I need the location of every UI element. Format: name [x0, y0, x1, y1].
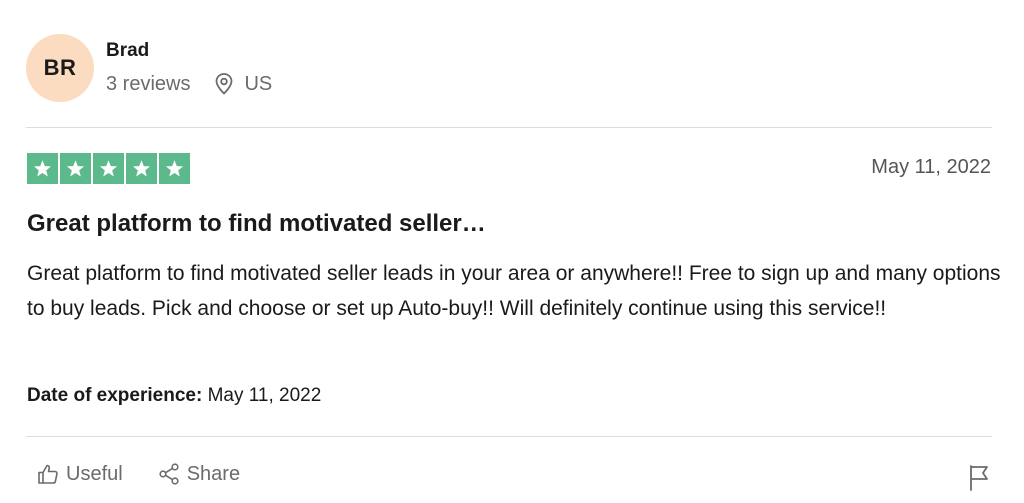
- share-icon: [159, 463, 179, 485]
- date-of-experience: Date of experience: May 11, 2022: [27, 385, 321, 407]
- star-rating: [27, 153, 190, 184]
- review-date: May 11, 2022: [871, 156, 991, 178]
- review-body: Great platform to find motivated seller …: [27, 262, 1001, 320]
- star-icon: [159, 153, 190, 184]
- useful-label: Useful: [66, 462, 123, 485]
- reviewer-name[interactable]: Brad: [106, 40, 149, 62]
- experience-label: Date of experience:: [27, 385, 203, 406]
- footer-divider: [26, 436, 992, 437]
- flag-icon[interactable]: [967, 463, 991, 491]
- header-divider: [26, 127, 992, 128]
- share-label: Share: [186, 462, 241, 485]
- reviewer-location: US: [244, 72, 273, 95]
- share-button[interactable]: Share: [157, 462, 240, 486]
- useful-button[interactable]: Useful: [36, 462, 123, 486]
- review-actions: Useful Share: [36, 462, 240, 486]
- star-icon: [126, 153, 157, 184]
- review-title[interactable]: Great platform to find motivated seller…: [27, 210, 486, 238]
- star-icon: [60, 153, 91, 184]
- thumbs-up-icon: [38, 464, 58, 484]
- reviews-count: 3 reviews: [106, 72, 191, 95]
- star-icon: [93, 153, 124, 184]
- reviewer-meta: 3 reviews US: [106, 72, 272, 96]
- star-icon: [27, 153, 58, 184]
- experience-date: May 11, 2022: [202, 385, 322, 406]
- avatar[interactable]: BR: [26, 34, 94, 102]
- avatar-initials: BR: [43, 55, 77, 80]
- location-pin-icon: [216, 73, 233, 95]
- review-card: BR Brad 3 reviews US May 11, 2022 Great …: [0, 0, 1024, 503]
